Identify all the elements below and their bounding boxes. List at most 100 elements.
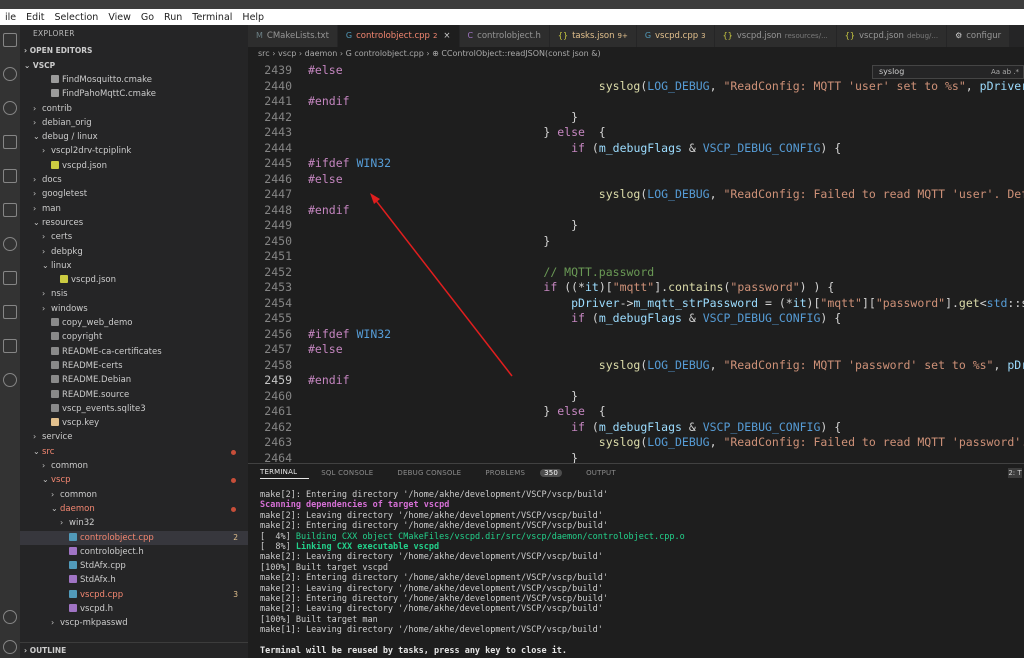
tab-configur[interactable]: ⚙ configur: [947, 25, 1011, 47]
tab-file-icon: ⚙: [955, 31, 963, 40]
tab-controlobject-cpp[interactable]: Gcontrolobject.cpp 2 ×: [337, 25, 460, 47]
close-icon[interactable]: ×: [443, 31, 450, 41]
menu-item[interactable]: View: [103, 12, 136, 23]
menu-item[interactable]: Help: [237, 12, 269, 23]
panel-tab-debug-console[interactable]: DEBUG CONSOLE: [397, 469, 473, 477]
menu-item[interactable]: Selection: [50, 12, 104, 23]
find-widget[interactable]: syslog Aa ab .*: [872, 65, 1024, 79]
search-icon[interactable]: [3, 67, 17, 81]
workspace-root-section[interactable]: ⌄ VSCP: [20, 58, 248, 73]
menu-item[interactable]: Run: [159, 12, 187, 23]
menu-item[interactable]: Terminal: [187, 12, 237, 23]
tab-controlobject-h[interactable]: Ccontrolobject.h: [459, 25, 550, 47]
tree-item[interactable]: copyright: [20, 330, 248, 344]
terminal-selector[interactable]: 2: T: [1008, 468, 1022, 478]
find-input[interactable]: syslog: [879, 67, 904, 76]
tree-item[interactable]: ⌄ vscp: [20, 473, 248, 487]
tree-item[interactable]: › windows: [20, 302, 248, 316]
tree-item[interactable]: vscpd.json: [20, 159, 248, 173]
tree-item-label: README-certs: [62, 360, 123, 371]
explorer-icon[interactable]: [3, 33, 17, 47]
code-text: }: [308, 110, 578, 126]
tree-item[interactable]: › nsis: [20, 287, 248, 301]
code-text: }: [308, 389, 578, 405]
breadcrumb[interactable]: src › vscp › daemon › G controlobject.cp…: [248, 47, 1024, 61]
remote-window-icon[interactable]: [3, 305, 17, 319]
tree-item[interactable]: › common: [20, 488, 248, 502]
panel-tab-problems[interactable]: PROBLEMS 350: [485, 469, 574, 477]
tree-item[interactable]: › contrib: [20, 102, 248, 116]
tree-item[interactable]: ⌄ debug / linux: [20, 130, 248, 144]
tree-item[interactable]: ⌄ daemon: [20, 502, 248, 516]
tree-item[interactable]: StdAfx.cpp: [20, 559, 248, 573]
tree-item-label: vscp.key: [62, 418, 100, 429]
tree-item[interactable]: README-certs: [20, 359, 248, 373]
open-editors-section[interactable]: › OPEN EDITORS: [20, 43, 248, 58]
tree-item[interactable]: vscpd.json: [20, 273, 248, 287]
code-line: 2455 if (m_debugFlags & VSCP_DEBUG_CONFI…: [248, 311, 1024, 327]
tab-vscpd-json[interactable]: {} vscpd.json resources/...: [714, 25, 837, 47]
tree-item[interactable]: controlobject.cpp 2: [20, 530, 248, 545]
tab-file-icon: G: [644, 31, 652, 40]
tree-item[interactable]: › debpkg: [20, 245, 248, 259]
outline-section[interactable]: › OUTLINE: [20, 642, 248, 658]
tree-item[interactable]: FindMosquitto.cmake: [20, 73, 248, 87]
tree-item[interactable]: › man: [20, 202, 248, 216]
tree-item[interactable]: › debian_orig: [20, 116, 248, 130]
tab-vscpd-json[interactable]: {} vscpd.json debug/...: [836, 25, 948, 47]
database-icon[interactable]: [3, 373, 17, 387]
tree-item[interactable]: › service: [20, 430, 248, 444]
settings-gear-icon[interactable]: [3, 640, 17, 654]
tree-item[interactable]: › win32: [20, 516, 248, 530]
tree-item[interactable]: README-ca-certificates: [20, 345, 248, 359]
tree-item[interactable]: vscpd.h: [20, 602, 248, 616]
tree-item[interactable]: ⌄ src: [20, 445, 248, 459]
extensions-icon[interactable]: [3, 203, 17, 217]
find-options[interactable]: Aa ab .*: [991, 66, 1019, 78]
tree-item[interactable]: vscp.key: [20, 416, 248, 430]
chevron-down-icon: ⌄: [33, 132, 40, 142]
tree-item[interactable]: ⌄ linux: [20, 259, 248, 273]
menu-item[interactable]: Go: [136, 12, 159, 23]
tree-item[interactable]: ⌄ resources: [20, 216, 248, 230]
run-debug-icon[interactable]: [3, 135, 17, 149]
menu-item[interactable]: Edit: [21, 12, 49, 23]
code-token: "password": [875, 295, 946, 310]
tab-vscpd-cpp[interactable]: Gvscpd.cpp 3: [636, 25, 715, 47]
code-text: syslog(LOG_DEBUG, "ReadConfig: MQTT 'use…: [308, 79, 1024, 95]
tree-item[interactable]: FindPahoMqttC.cmake: [20, 87, 248, 101]
tree-item[interactable]: README.source: [20, 388, 248, 402]
tree-item[interactable]: › certs: [20, 230, 248, 244]
cpp-file-icon: [69, 561, 77, 570]
test-icon[interactable]: [3, 339, 17, 353]
panel-tab-output[interactable]: OUTPUT: [586, 469, 628, 477]
tree-item[interactable]: README.Debian: [20, 373, 248, 387]
tree-item[interactable]: › vscp-mkpasswd: [20, 616, 248, 630]
tree-item[interactable]: › docs: [20, 173, 248, 187]
code-token: )[: [806, 295, 821, 310]
tab-label: controlobject.h: [477, 31, 541, 41]
window-title-bar: [0, 0, 1024, 9]
tree-item[interactable]: › googletest: [20, 187, 248, 201]
line-number: 2451: [264, 249, 292, 263]
remote-explorer-icon[interactable]: [3, 169, 17, 183]
panel-tab-terminal[interactable]: TERMINAL: [260, 468, 310, 479]
tree-item[interactable]: controlobject.h: [20, 545, 248, 559]
tree-item[interactable]: copy_web_demo: [20, 316, 248, 330]
bookmark-icon[interactable]: [3, 271, 17, 285]
tab-cmakelists-txt[interactable]: M CMakeLists.txt: [248, 25, 338, 47]
terminal-line: make[2]: Entering directory '/home/akhe/…: [260, 521, 608, 531]
account-icon[interactable]: [3, 610, 17, 624]
tree-item[interactable]: vscpd.cpp 3: [20, 588, 248, 602]
github-icon[interactable]: [3, 237, 17, 251]
tree-item[interactable]: StdAfx.h: [20, 573, 248, 587]
source-control-icon[interactable]: [3, 101, 17, 115]
tree-item[interactable]: › vscpl2drv-tcpiplink: [20, 144, 248, 158]
tree-item[interactable]: › common: [20, 459, 248, 473]
code-editor[interactable]: 2439 #else 2440 syslog(LOG_DEBUG, "ReadCon…: [248, 63, 1024, 463]
tab-tasks-json[interactable]: {} tasks.json 9+: [549, 25, 637, 47]
menu-item[interactable]: ile: [0, 12, 21, 23]
panel-tab-sql-console[interactable]: SQL CONSOLE: [321, 469, 385, 477]
tree-item[interactable]: vscp_events.sqlite3: [20, 402, 248, 416]
